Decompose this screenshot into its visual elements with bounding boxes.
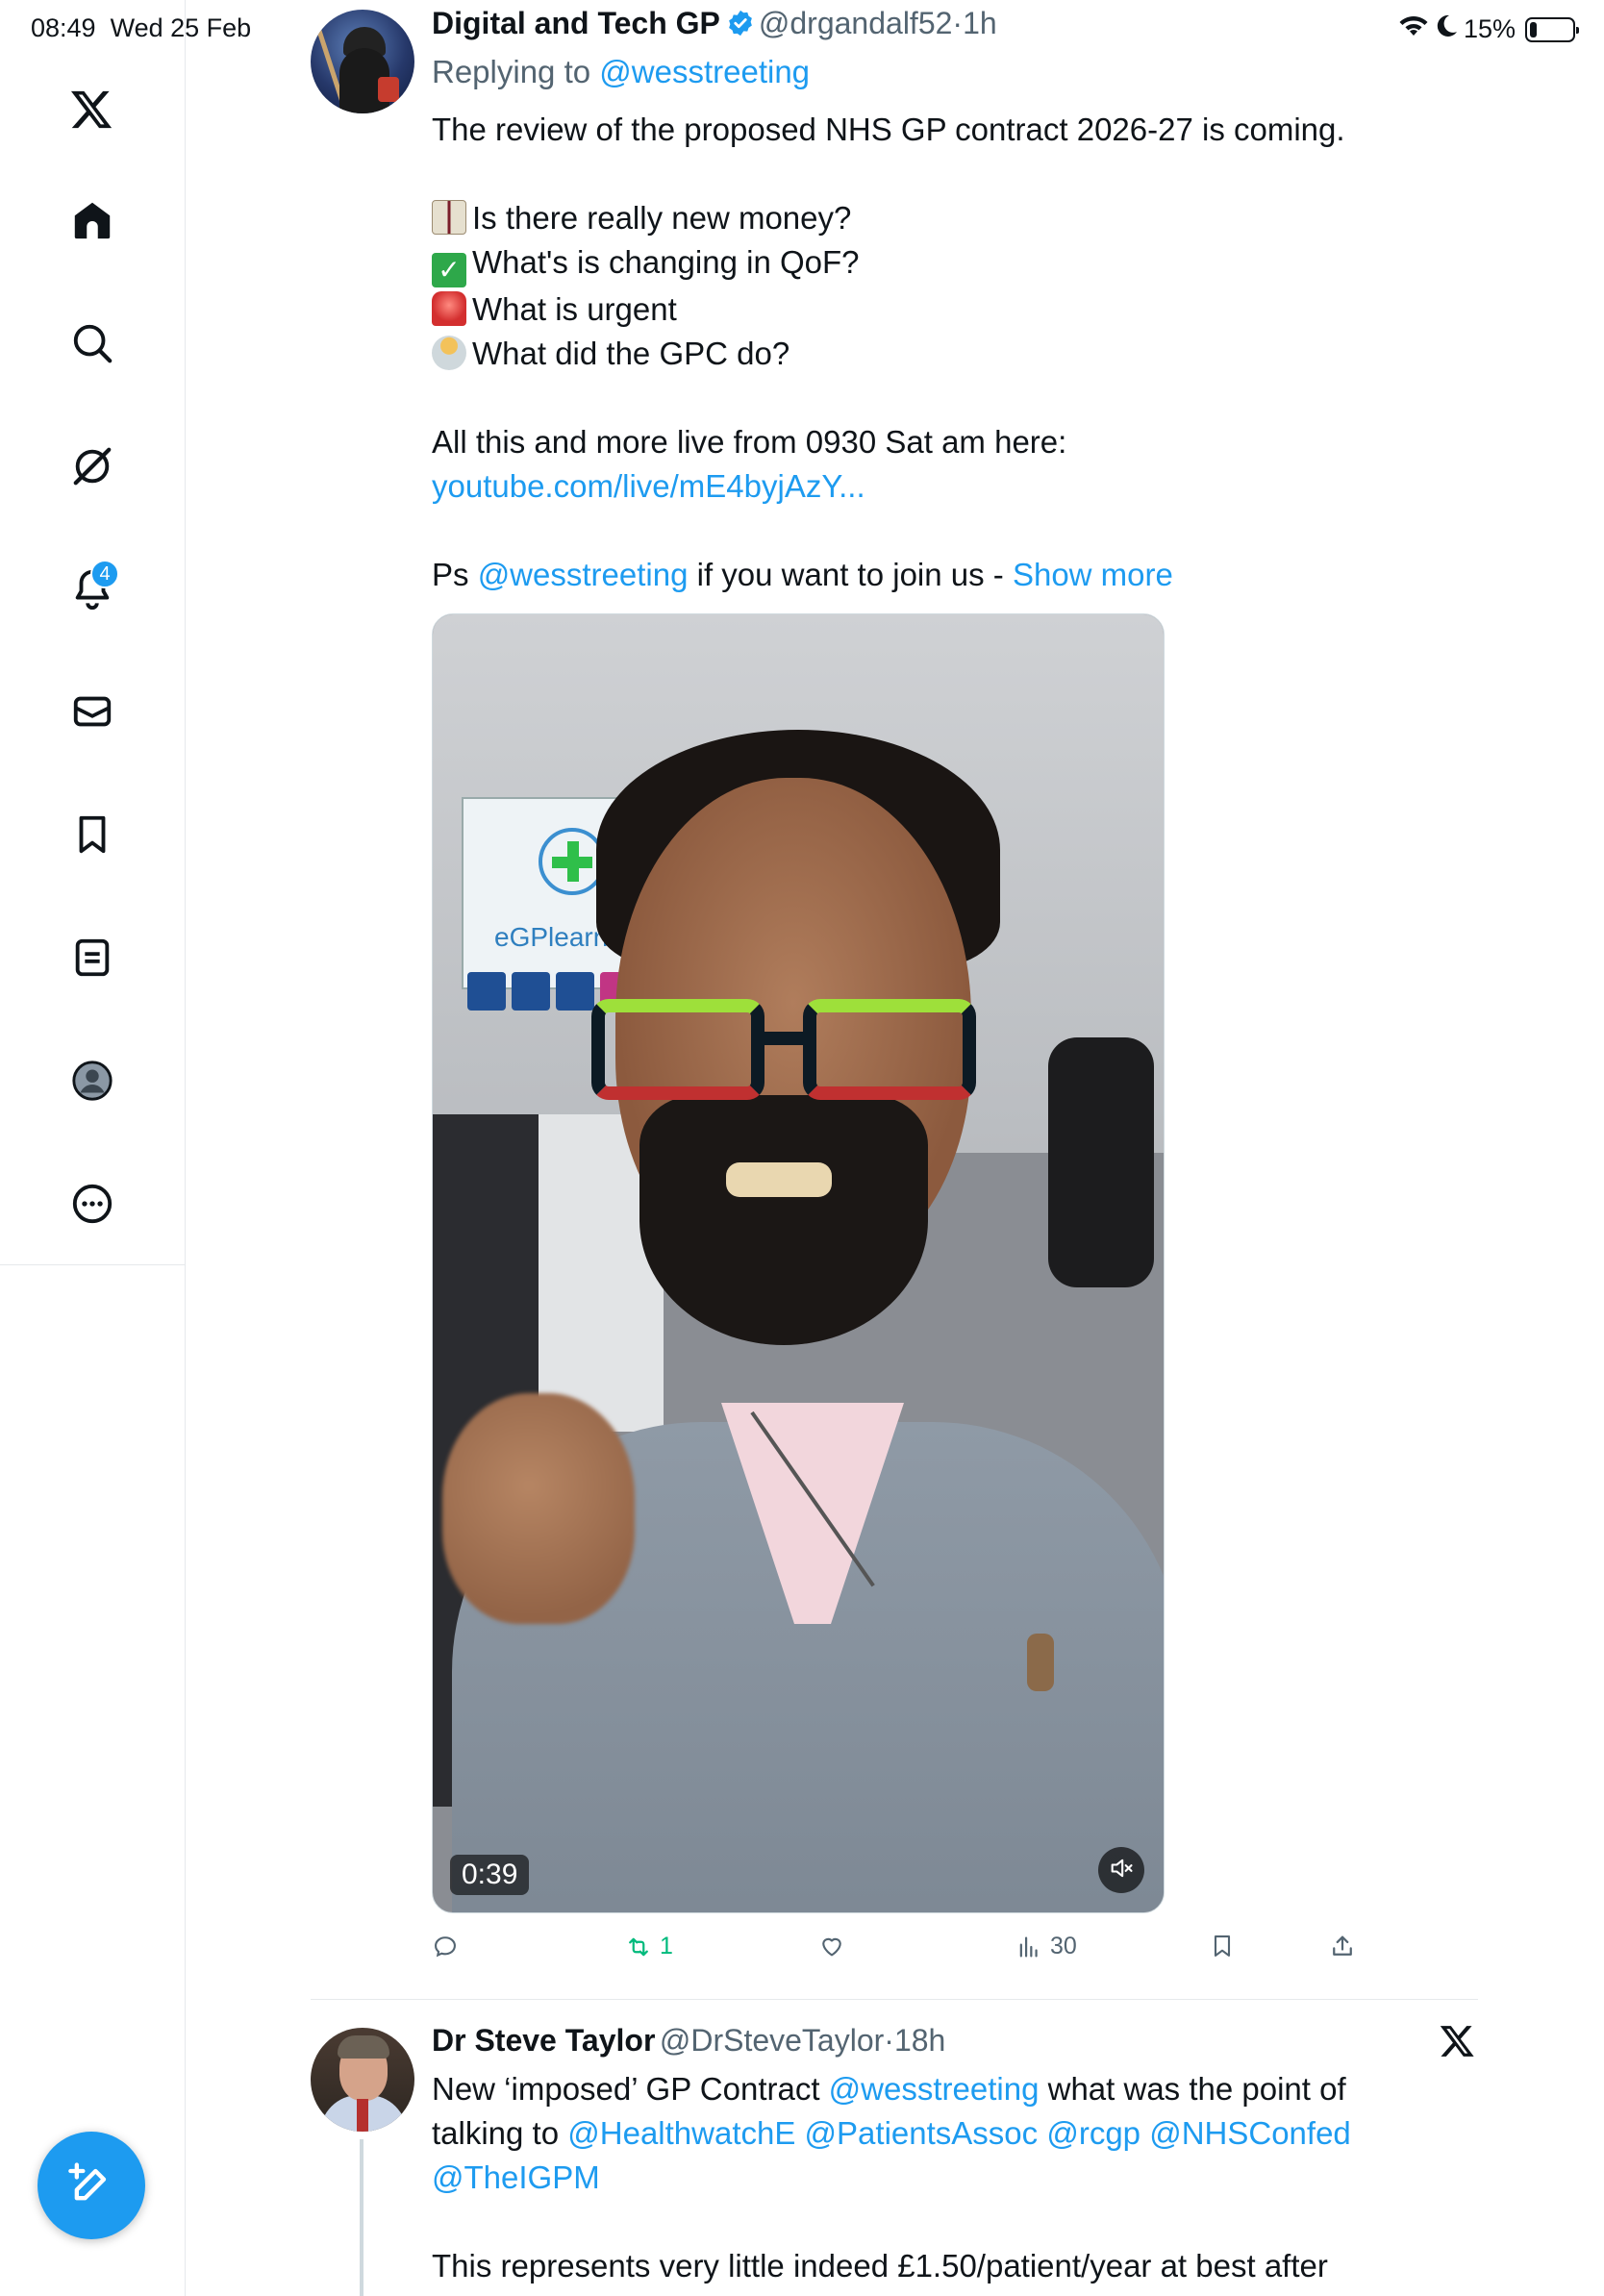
author-handle[interactable]: @drgandalf52 bbox=[759, 6, 953, 40]
status-indicators: 15% bbox=[1398, 13, 1579, 45]
compose-icon bbox=[66, 2159, 116, 2213]
check-mark-icon: ✓ bbox=[432, 253, 466, 287]
battery-percent: 15% bbox=[1463, 14, 1516, 43]
views-icon bbox=[1019, 1936, 1038, 1957]
tweet-header: Digital and Tech GP @drgandalf52·1h bbox=[432, 6, 997, 42]
tweet-time[interactable]: 18h bbox=[894, 2023, 945, 2058]
tweet-header: Dr Steve Taylor @DrSteveTaylor·18h bbox=[432, 2023, 945, 2059]
mention[interactable]: @TheIGPM bbox=[432, 2159, 600, 2195]
poster-text: eGPlearn bbox=[494, 922, 609, 952]
avatar[interactable] bbox=[311, 10, 414, 113]
share-icon bbox=[1333, 1935, 1352, 1956]
mention[interactable]: @NHSConfed bbox=[1149, 2115, 1351, 2151]
tweet-line: The review of the proposed NHS GP contra… bbox=[432, 112, 1345, 147]
reply-icon bbox=[435, 1936, 456, 1958]
search-icon[interactable] bbox=[63, 314, 121, 372]
sidebar-nav: 4 bbox=[0, 0, 186, 1265]
author-handle[interactable]: @DrSteveTaylor bbox=[660, 2023, 884, 2058]
mention[interactable]: @PatientsAssoc bbox=[805, 2115, 1039, 2151]
siren-icon bbox=[432, 291, 466, 326]
retweet-icon bbox=[629, 1937, 648, 1956]
mute-button[interactable] bbox=[1098, 1847, 1144, 1893]
x-logo-icon[interactable] bbox=[63, 81, 121, 138]
youtube-link[interactable]: youtube.com/live/mE4byjAzY... bbox=[432, 468, 865, 504]
like-button[interactable] bbox=[818, 1933, 845, 1959]
separator: · bbox=[884, 2023, 894, 2058]
share-button[interactable] bbox=[1329, 1933, 1356, 1959]
replying-to: Replying to @wesstreeting bbox=[432, 54, 810, 90]
bookmark-icon[interactable] bbox=[63, 806, 121, 863]
bullet-item: Is there really new money? bbox=[432, 196, 1374, 240]
mention[interactable]: @rcgp bbox=[1046, 2115, 1140, 2151]
reply-button[interactable] bbox=[432, 1933, 459, 1959]
profile-icon[interactable] bbox=[63, 1052, 121, 1110]
money-icon bbox=[432, 200, 466, 235]
moon-icon bbox=[1435, 13, 1458, 45]
author-name[interactable]: Digital and Tech GP bbox=[432, 6, 720, 40]
wifi-icon bbox=[1398, 14, 1429, 44]
speaker-muted-icon bbox=[1108, 1855, 1135, 1886]
live-line: All this and more live from 0930 Sat am … bbox=[432, 424, 1067, 504]
battery-icon bbox=[1525, 16, 1579, 42]
replying-mention[interactable]: @wesstreeting bbox=[599, 54, 810, 89]
views-button[interactable]: 30 bbox=[1015, 1933, 1077, 1960]
mention[interactable]: @HealthwatchE bbox=[567, 2115, 795, 2151]
ps-mention[interactable]: @wesstreeting bbox=[478, 557, 689, 592]
home-icon[interactable] bbox=[63, 191, 121, 249]
tweet-actions: 1 30 bbox=[432, 1933, 1355, 1971]
bullet-item: What is urgent bbox=[432, 287, 1374, 332]
tweet-line: This represents very little indeed £1.50… bbox=[432, 2248, 1328, 2284]
grok-icon[interactable] bbox=[63, 437, 121, 495]
bullet-item: ✓ What's is changing in QoF? bbox=[432, 240, 1374, 287]
ps-line: Ps @wesstreeting if you want to join us … bbox=[432, 557, 1173, 592]
author-name[interactable]: Dr Steve Taylor bbox=[432, 2023, 655, 2058]
verified-badge-icon bbox=[726, 9, 755, 42]
notifications-badge: 4 bbox=[90, 560, 119, 588]
bullet-item: What did the GPC do? bbox=[432, 332, 1374, 376]
replying-prefix: Replying to bbox=[432, 54, 591, 89]
person-shrugging-icon bbox=[432, 336, 466, 370]
avatar[interactable] bbox=[311, 2028, 414, 2132]
show-more-link[interactable]: Show more bbox=[1013, 557, 1173, 592]
tweet-line: New ‘imposed’ GP Contract @wesstreeting … bbox=[432, 2071, 1351, 2195]
tweet-time[interactable]: 1h bbox=[963, 6, 997, 40]
bookmark-icon bbox=[1214, 1935, 1231, 1957]
tweet-body: The review of the proposed NHS GP contra… bbox=[432, 108, 1374, 597]
mention[interactable]: @wesstreeting bbox=[829, 2071, 1040, 2107]
bookmark-button[interactable] bbox=[1209, 1933, 1236, 1959]
retweet-count: 1 bbox=[660, 1933, 673, 1959]
tweet-body: New ‘imposed’ GP Contract @wesstreeting … bbox=[432, 2067, 1393, 2288]
compose-button[interactable] bbox=[38, 2132, 145, 2239]
separator: · bbox=[952, 6, 964, 40]
x-logo-icon[interactable] bbox=[1440, 2023, 1476, 2059]
retweet-button[interactable]: 1 bbox=[625, 1933, 673, 1960]
heart-icon bbox=[822, 1937, 841, 1957]
mail-icon[interactable] bbox=[63, 683, 121, 740]
tweet-video[interactable]: eGPlearn 0:39 bbox=[432, 613, 1165, 1913]
thread-line bbox=[360, 2139, 363, 2296]
views-count: 30 bbox=[1050, 1933, 1077, 1959]
video-duration: 0:39 bbox=[450, 1855, 530, 1895]
list-icon[interactable] bbox=[63, 929, 121, 986]
more-icon[interactable] bbox=[63, 1175, 121, 1233]
sidebar-border bbox=[185, 1265, 186, 2296]
tweet-divider bbox=[311, 1999, 1478, 2000]
bell-icon[interactable]: 4 bbox=[63, 560, 121, 617]
